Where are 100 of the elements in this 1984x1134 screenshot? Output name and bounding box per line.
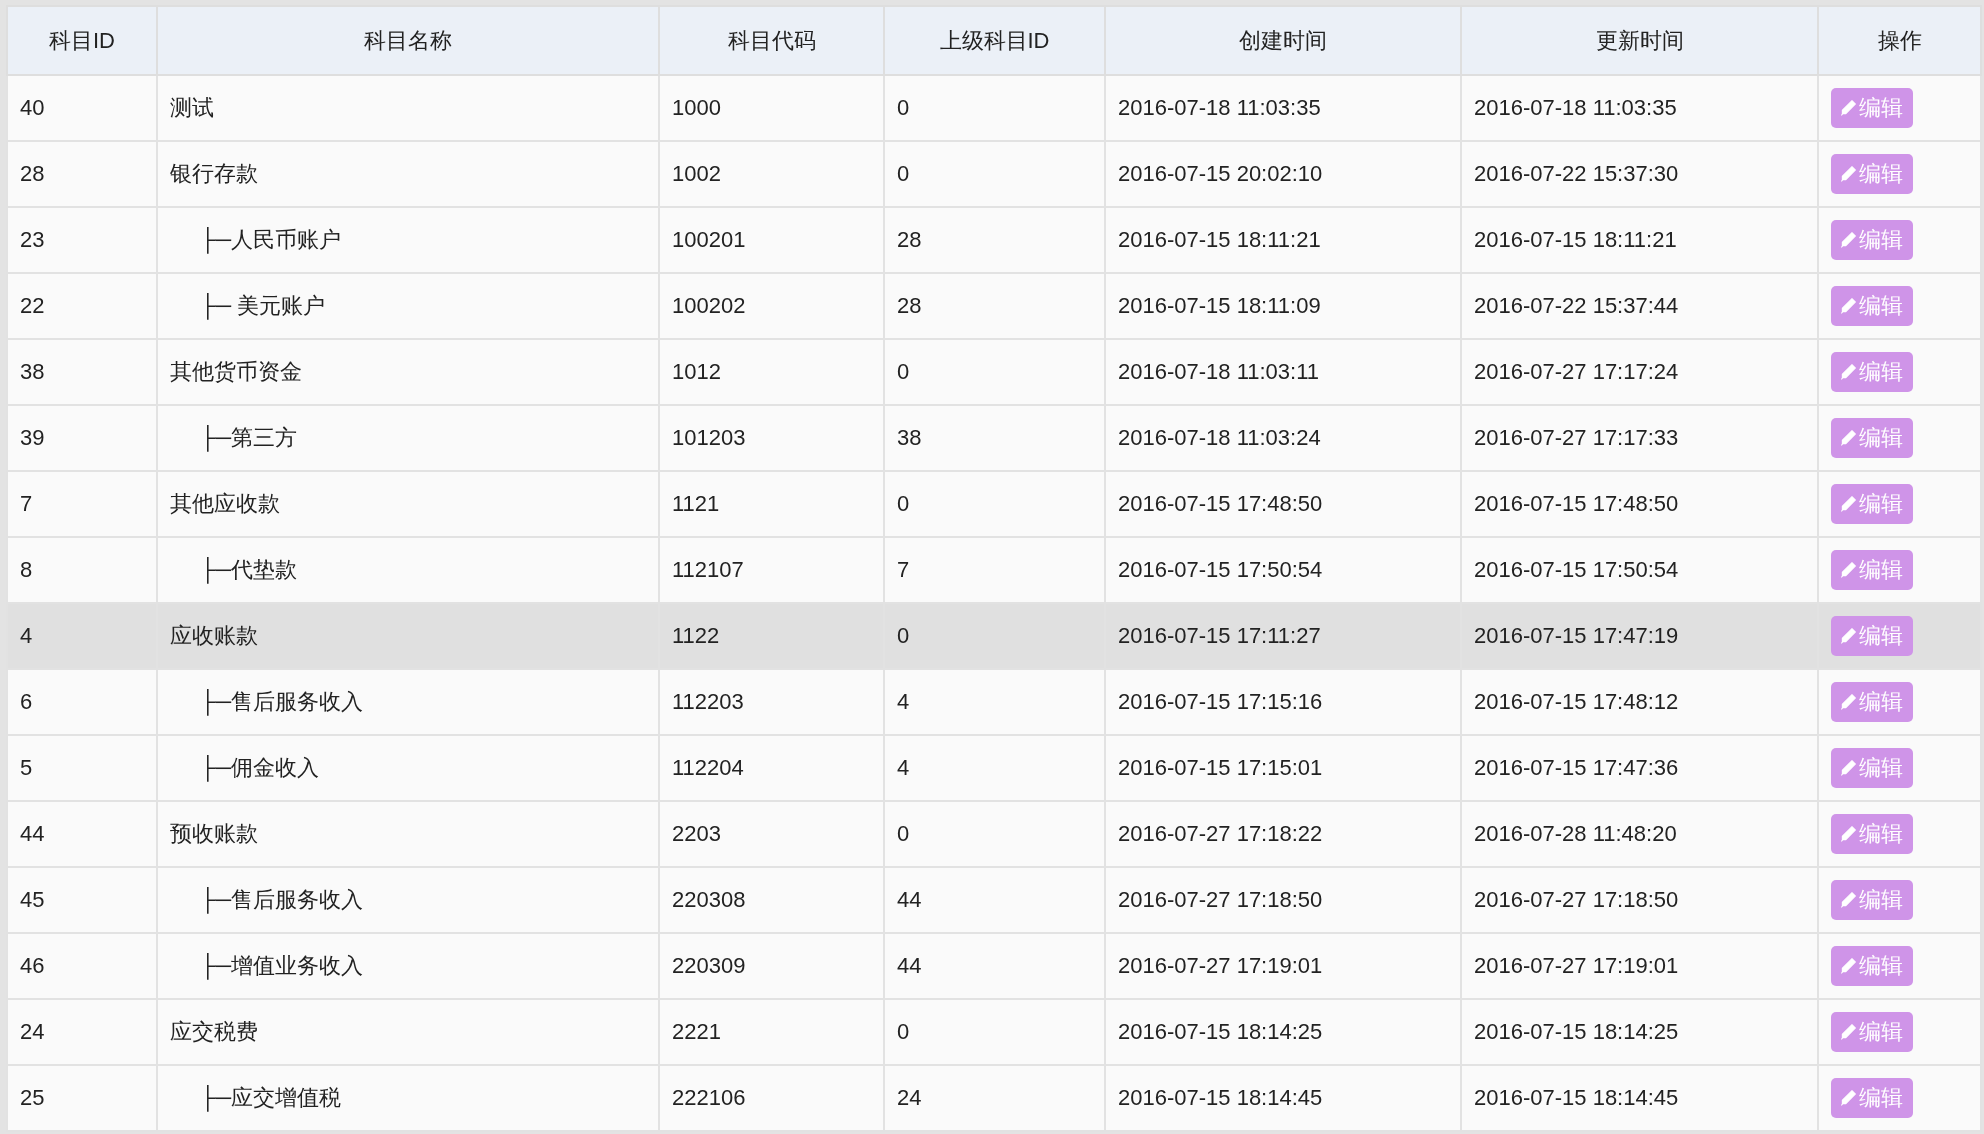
table-cell: 0	[884, 801, 1105, 867]
table-cell: 44	[884, 867, 1105, 933]
table-cell: 0	[884, 75, 1105, 141]
table-cell: 2016-07-15 18:11:21	[1105, 207, 1461, 273]
edit-button[interactable]: 编辑	[1831, 814, 1913, 854]
edit-button[interactable]: 编辑	[1831, 946, 1913, 986]
table-cell: ├─增值业务收入	[157, 933, 659, 999]
column-header: 上级科目ID	[884, 6, 1105, 75]
pencil-icon	[1839, 891, 1857, 909]
table-cell: 44	[884, 933, 1105, 999]
table-cell: 2016-07-18 11:03:11	[1105, 339, 1461, 405]
table-cell: 2016-07-15 17:47:19	[1461, 603, 1818, 669]
table-cell: 2016-07-18 11:03:35	[1461, 75, 1818, 141]
column-header: 科目名称	[157, 6, 659, 75]
table-cell: ├─应交增值税	[157, 1065, 659, 1131]
table-cell: 测试	[157, 75, 659, 141]
table-cell: 222106	[659, 1065, 884, 1131]
edit-button[interactable]: 编辑	[1831, 616, 1913, 656]
pencil-icon	[1839, 627, 1857, 645]
edit-button[interactable]: 编辑	[1831, 1078, 1913, 1118]
edit-button[interactable]: 编辑	[1831, 418, 1913, 458]
edit-button[interactable]: 编辑	[1831, 220, 1913, 260]
table-cell: ├─第三方	[157, 405, 659, 471]
table-cell: 2016-07-27 17:18:50	[1105, 867, 1461, 933]
pencil-icon	[1839, 231, 1857, 249]
pencil-icon	[1839, 825, 1857, 843]
table-cell: 1121	[659, 471, 884, 537]
edit-button[interactable]: 编辑	[1831, 682, 1913, 722]
edit-button[interactable]: 编辑	[1831, 154, 1913, 194]
table-cell: 38	[884, 405, 1105, 471]
table-cell: ├─售后服务收入	[157, 669, 659, 735]
edit-button[interactable]: 编辑	[1831, 880, 1913, 920]
table-cell: 45	[7, 867, 157, 933]
table-cell: 应交税费	[157, 999, 659, 1065]
table-cell: 46	[7, 933, 157, 999]
table-cell: 其他货币资金	[157, 339, 659, 405]
pencil-icon	[1839, 297, 1857, 315]
table-cell: 2016-07-15 18:14:45	[1105, 1065, 1461, 1131]
edit-button[interactable]: 编辑	[1831, 748, 1913, 788]
table-cell: 4	[884, 735, 1105, 801]
table-cell: 1012	[659, 339, 884, 405]
table-cell: 2016-07-27 17:17:33	[1461, 405, 1818, 471]
pencil-icon	[1839, 693, 1857, 711]
table-cell: 24	[7, 999, 157, 1065]
edit-button[interactable]: 编辑	[1831, 88, 1913, 128]
edit-button[interactable]: 编辑	[1831, 352, 1913, 392]
table-cell: 28	[884, 207, 1105, 273]
table-cell: 2016-07-15 20:02:10	[1105, 141, 1461, 207]
table-cell: 2016-07-15 17:47:36	[1461, 735, 1818, 801]
table-cell: 1000	[659, 75, 884, 141]
table-cell: 银行存款	[157, 141, 659, 207]
table-cell: 24	[884, 1065, 1105, 1131]
table-cell: 39	[7, 405, 157, 471]
table-cell: 25	[7, 1065, 157, 1131]
pencil-icon	[1839, 759, 1857, 777]
table-cell: 0	[884, 141, 1105, 207]
table-cell: 0	[884, 603, 1105, 669]
table-cell: 2016-07-18 11:03:35	[1105, 75, 1461, 141]
table-cell: 5	[7, 735, 157, 801]
pencil-icon	[1839, 99, 1857, 117]
table-cell: 6	[7, 669, 157, 735]
column-header: 操作	[1818, 6, 1981, 75]
table-cell: 2016-07-27 17:19:01	[1105, 933, 1461, 999]
table-cell: 44	[7, 801, 157, 867]
pencil-icon	[1839, 495, 1857, 513]
table-cell: 2016-07-15 17:48:50	[1461, 471, 1818, 537]
column-header: 创建时间	[1105, 6, 1461, 75]
edit-button[interactable]: 编辑	[1831, 1012, 1913, 1052]
table-cell: 100201	[659, 207, 884, 273]
table-cell: 101203	[659, 405, 884, 471]
column-header: 科目ID	[7, 6, 157, 75]
table-cell: 100202	[659, 273, 884, 339]
table-cell: 38	[7, 339, 157, 405]
table-cell: 2016-07-15 17:15:16	[1105, 669, 1461, 735]
table-cell: 220309	[659, 933, 884, 999]
column-header: 科目代码	[659, 6, 884, 75]
table-cell: ├─佣金收入	[157, 735, 659, 801]
edit-button[interactable]: 编辑	[1831, 484, 1913, 524]
table-cell: 2221	[659, 999, 884, 1065]
edit-button[interactable]: 编辑	[1831, 550, 1913, 590]
table-cell: 28	[884, 273, 1105, 339]
table-cell: 4	[7, 603, 157, 669]
table-cell: 4	[884, 669, 1105, 735]
table-cell: 2016-07-15 18:11:21	[1461, 207, 1818, 273]
table-cell: 2016-07-15 18:14:25	[1461, 999, 1818, 1065]
table-cell: 2016-07-15 18:14:45	[1461, 1065, 1818, 1131]
table-cell: 0	[884, 471, 1105, 537]
table-cell: ├─人民币账户	[157, 207, 659, 273]
table-cell: 2016-07-22 15:37:44	[1461, 273, 1818, 339]
table-cell: 2016-07-15 17:48:12	[1461, 669, 1818, 735]
pencil-icon	[1839, 429, 1857, 447]
table-cell: 112203	[659, 669, 884, 735]
table-cell: 2016-07-15 18:11:09	[1105, 273, 1461, 339]
pencil-icon	[1839, 1023, 1857, 1041]
table-cell: 预收账款	[157, 801, 659, 867]
table-cell: 2016-07-27 17:17:24	[1461, 339, 1818, 405]
table-cell: 2016-07-27 17:18:22	[1105, 801, 1461, 867]
pencil-icon	[1839, 561, 1857, 579]
edit-button[interactable]: 编辑	[1831, 286, 1913, 326]
pencil-icon	[1839, 957, 1857, 975]
